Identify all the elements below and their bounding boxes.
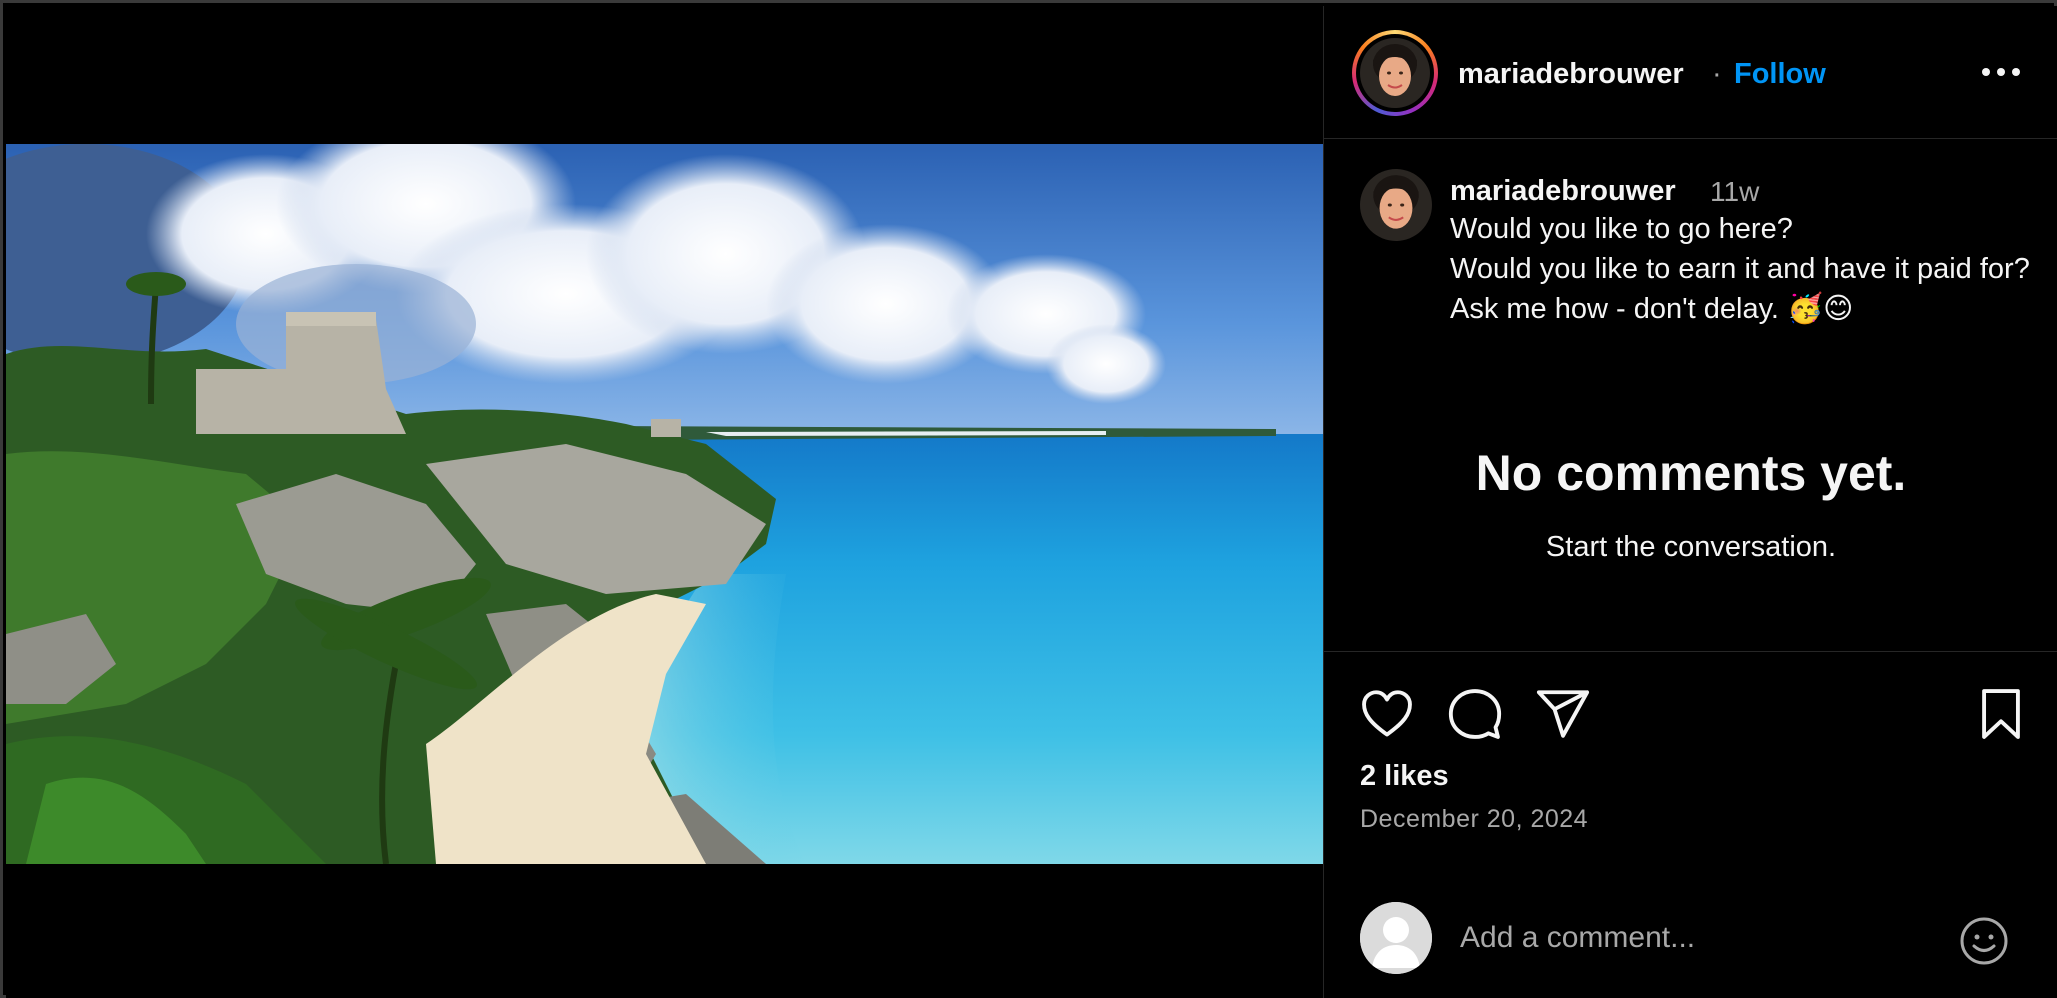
share-icon[interactable] [1534,685,1592,743]
beach-photo [6,144,1323,864]
caption-line: Would you like to go here? [1450,213,1793,245]
more-horizontal-icon[interactable] [1978,52,2024,92]
header-username[interactable]: mariadebrouwer [1458,58,1684,91]
header-separator: · [1712,58,1722,90]
profile-photo [1360,169,1432,241]
caption-timestamp[interactable]: 11w [1710,176,1759,208]
no-comments-subtitle: Start the conversation. [1545,531,1837,563]
follow-button[interactable]: Follow [1734,58,1826,91]
post-date[interactable]: December 20, 2024 [1360,805,1588,834]
post-image[interactable] [6,144,1323,864]
likes-count[interactable]: 2 likes [1360,760,1449,793]
avatar [1360,38,1430,108]
story-ring-avatar[interactable] [1352,30,1438,116]
bookmark-icon[interactable] [1972,685,2030,743]
caption-avatar[interactable] [1360,169,1432,241]
caption-username[interactable]: mariadebrouwer [1450,175,1676,208]
post-actions: 2 likes December 20, 2024 [1324,651,2057,998]
post-header: mariadebrouwer · Follow [1324,6,2057,139]
caption-line: Would you like to earn it and have it pa… [1450,253,2030,285]
caption-line: Ask me how - don't delay. 🥳😊 [1450,293,1854,325]
post-side-panel: mariadebrouwer · Follow mariadebrouwer 1… [1323,6,2057,998]
heart-icon[interactable] [1358,685,1416,743]
no-comments-title: No comments yet. [1475,445,1907,501]
current-user-avatar [1360,902,1432,974]
emoji-icon[interactable] [1958,915,2010,967]
add-comment-input[interactable] [1460,914,1930,962]
media-panel [6,6,1323,998]
post-modal: mariadebrouwer · Follow mariadebrouwer 1… [0,0,2057,998]
caption-text: Would you like to go here? Would you lik… [1450,209,2040,329]
profile-photo [1360,38,1430,108]
add-comment-bar [1324,884,2057,994]
comment-icon[interactable] [1446,685,1504,743]
